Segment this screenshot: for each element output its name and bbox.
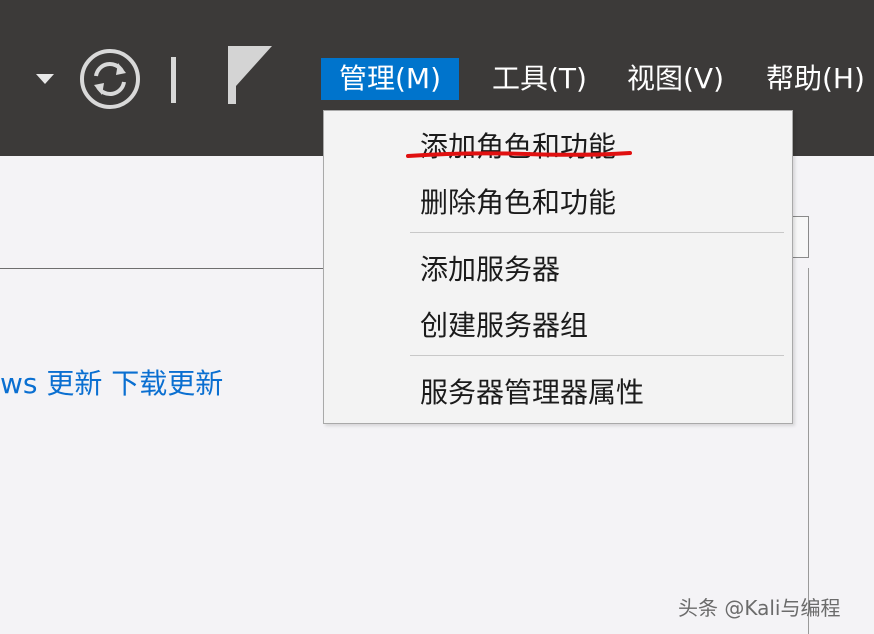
dropdown-arrow-icon[interactable] [36,74,54,84]
download-updates-link[interactable]: 下载更新 [111,367,223,400]
menu-separator [410,232,784,233]
panel-edge [792,216,809,258]
menu-separator [410,355,784,356]
menu-view[interactable]: 视图(V) [627,58,724,100]
menu-item-server-manager-properties[interactable]: 服务器管理器属性 [420,371,644,411]
menu-tools[interactable]: 工具(T) [492,58,587,100]
content-divider [0,268,326,269]
watermark: 头条 @Kali与编程 [678,596,841,620]
menu-item-add-servers[interactable]: 添加服务器 [420,248,560,288]
menu-manage[interactable]: 管理(M) [321,58,459,100]
toolbar-separator [171,57,176,103]
menu-item-remove-roles-features[interactable]: 删除角色和功能 [420,181,616,221]
update-links: ws 更新 下载更新 [0,362,223,402]
panel-border [808,268,809,634]
notification-flag-icon[interactable] [226,44,274,106]
menu-item-create-server-group[interactable]: 创建服务器组 [420,304,588,344]
windows-update-link[interactable]: ws 更新 [0,367,102,400]
menu-help[interactable]: 帮助(H) [766,58,865,100]
refresh-icon[interactable] [78,47,142,111]
red-annotation-underline [406,151,632,158]
